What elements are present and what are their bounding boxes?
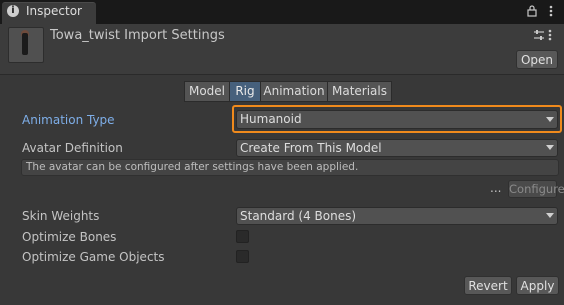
tab-materials[interactable]: Materials <box>327 81 392 102</box>
chevron-down-icon <box>546 117 554 122</box>
chevron-down-icon <box>546 145 554 150</box>
open-button[interactable]: Open <box>516 50 558 69</box>
animation-type-value: Humanoid <box>240 112 302 126</box>
avatar-definition-dropdown[interactable]: Create From This Model <box>236 139 558 157</box>
info-icon: i <box>7 5 19 17</box>
skin-weights-label: Skin Weights <box>22 209 100 223</box>
optimize-bones-label: Optimize Bones <box>22 230 117 244</box>
revert-button[interactable]: Revert <box>464 276 512 295</box>
tab-model[interactable]: Model <box>184 81 230 102</box>
more-icon[interactable] <box>549 5 553 17</box>
tab-rig[interactable]: Rig <box>229 81 261 102</box>
chevron-down-icon <box>546 213 554 218</box>
optimize-game-objects-label: Optimize Game Objects <box>22 250 165 264</box>
optimize-game-objects-checkbox[interactable] <box>236 250 249 263</box>
animation-type-label: Animation Type <box>22 113 115 127</box>
tab-animation[interactable]: Animation <box>260 81 328 102</box>
apply-button[interactable]: Apply <box>516 276 559 295</box>
avatar-definition-label: Avatar Definition <box>22 141 123 155</box>
lock-icon[interactable] <box>527 5 537 17</box>
avatar-definition-value: Create From This Model <box>240 141 382 155</box>
animation-type-dropdown[interactable]: Humanoid <box>236 110 558 129</box>
page-title: Towa_twist Import Settings <box>50 28 225 43</box>
thumbnail-figure <box>22 33 28 55</box>
skin-weights-value: Standard (4 Bones) <box>240 209 357 223</box>
skin-weights-dropdown[interactable]: Standard (4 Bones) <box>236 207 558 225</box>
settings-icon[interactable] <box>533 29 545 41</box>
more-icon[interactable] <box>548 29 552 41</box>
tab-inspector-label: Inspector <box>26 4 82 18</box>
optimize-bones-checkbox[interactable] <box>236 230 249 243</box>
configure-button[interactable]: Configure... <box>508 180 564 198</box>
ellipsis-label: ... <box>490 181 502 195</box>
help-box: The avatar can be configured after setti… <box>21 159 559 176</box>
